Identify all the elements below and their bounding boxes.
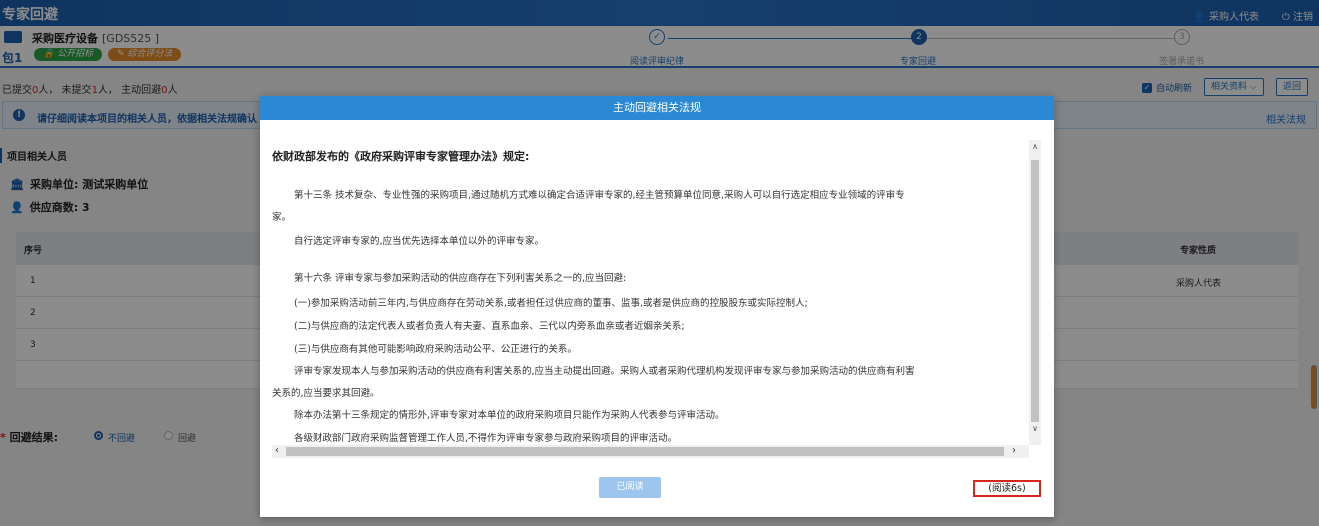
horizontal-scroll-thumb[interactable] xyxy=(286,447,1004,456)
reg-line-8: 评审专家发现本人与参加采购活动的供应商有利害关系的,应当主动提出回避。采购人或者… xyxy=(294,366,915,377)
reg-line-4: 第十六条 评审专家与参加采购活动的供应商存在下列利害关系之一的,应当回避: xyxy=(294,273,627,284)
modal-body: 依财政部发布的《政府采购评审专家管理办法》规定: 第十三条 技术复杂、专业性强的… xyxy=(272,140,1042,458)
scroll-left-icon[interactable]: ‹ xyxy=(275,445,279,456)
reg-line-1: 第十三条 技术复杂、专业性强的采购项目,通过随机方式难以确定合适评审专家的,经主… xyxy=(294,190,905,201)
read-countdown: (阅读6s) xyxy=(973,480,1041,497)
reg-line-9: 关系的,应当要求其回避。 xyxy=(272,388,380,399)
regulations-modal: 主动回避相关法规 依财政部发布的《政府采购评审专家管理办法》规定: 第十三条 技… xyxy=(260,96,1054,517)
reg-line-2: 家。 xyxy=(272,212,292,223)
regulations-content: 依财政部发布的《政府采购评审专家管理办法》规定: 第十三条 技术复杂、专业性强的… xyxy=(272,140,1027,445)
reg-line-5: (一)参加采购活动前三年内,与供应商存在劳动关系,或者担任过供应商的董事、监事,… xyxy=(294,298,808,309)
reg-line-6: (二)与供应商的法定代表人或者负责人有夫妻、直系血亲、三代以内旁系血亲或者近姻亲… xyxy=(294,321,685,332)
vertical-scroll-thumb[interactable] xyxy=(1031,160,1039,422)
read-confirm-button[interactable]: 已阅读 xyxy=(599,477,661,498)
horizontal-scrollbar[interactable]: ‹ › xyxy=(272,445,1029,458)
reg-line-10: 除本办法第十三条规定的情形外,评审专家对本单位的政府采购项目只能作为采购人代表参… xyxy=(294,410,725,421)
regulations-lead: 依财政部发布的《政府采购评审专家管理办法》规定: xyxy=(272,150,530,163)
scroll-down-icon[interactable]: ∨ xyxy=(1029,424,1041,433)
scroll-right-icon[interactable]: › xyxy=(1012,445,1016,456)
vertical-scrollbar[interactable]: ∧ ∨ xyxy=(1029,140,1041,445)
reg-line-7: (三)与供应商有其他可能影响政府采购活动公平、公正进行的关系。 xyxy=(294,344,577,355)
reg-line-3: 自行选定评审专家的,应当优先选择本单位以外的评审专家。 xyxy=(294,236,545,247)
modal-title: 主动回避相关法规 xyxy=(260,96,1054,120)
scroll-up-icon[interactable]: ∧ xyxy=(1029,142,1041,151)
reg-line-11: 各级财政部门政府采购监督管理工作人员,不得作为评审专家参与政府采购项目的评审活动… xyxy=(294,433,678,444)
